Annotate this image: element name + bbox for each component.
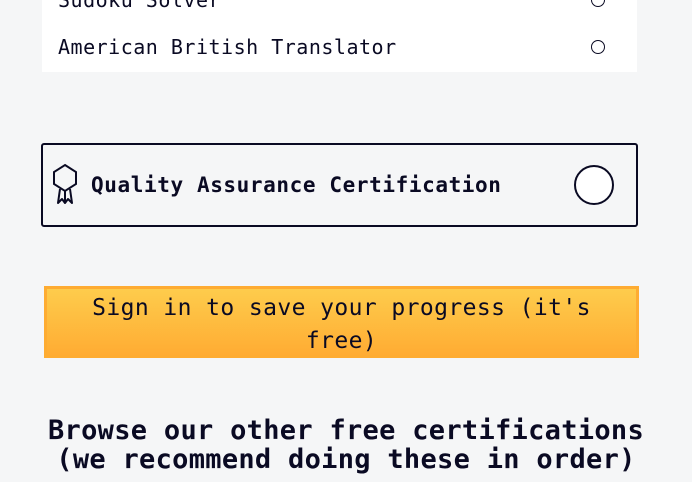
project-item-american-british-translator[interactable]: American British Translator: [42, 25, 637, 69]
certification-card[interactable]: Quality Assurance Certification: [41, 143, 638, 227]
project-item-label: Sudoku Solver: [58, 0, 222, 12]
project-list: Sudoku Solver American British Translato…: [42, 0, 637, 72]
sign-in-button[interactable]: Sign in to save your progress (it's free…: [44, 286, 639, 358]
certificate-ribbon-icon: [51, 163, 79, 207]
certification-title: Quality Assurance Certification: [91, 173, 502, 197]
browse-certifications-heading: Browse our other free certifications (we…: [48, 415, 644, 475]
project-item-sudoku-solver[interactable]: Sudoku Solver: [42, 0, 637, 22]
certification-status-radio: [574, 165, 614, 205]
project-item-label: American British Translator: [58, 35, 397, 59]
page: Sudoku Solver American British Translato…: [0, 0, 692, 482]
project-status-radio: [591, 40, 605, 54]
